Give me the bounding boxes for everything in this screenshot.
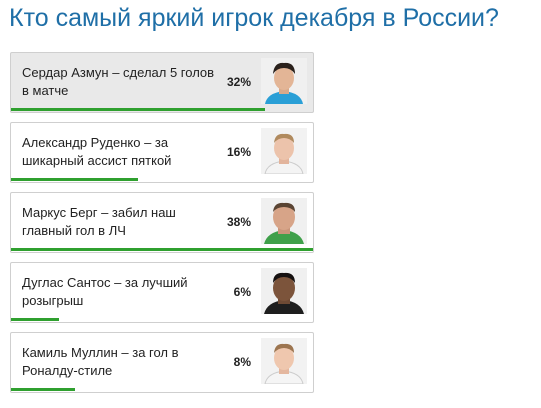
option-percent: 32%: [226, 75, 251, 89]
option-label: Сердар Азмун – сделал 5 голов в матче: [22, 65, 215, 98]
player-photo-icon: [261, 128, 307, 174]
option-label: Дуглас Сантос – за лучший розыгрыш: [22, 275, 188, 308]
option-percent: 16%: [226, 145, 251, 159]
poll-options: Сердар Азмун – сделал 5 голов в матче 32…: [10, 52, 314, 402]
result-bar: [11, 178, 139, 181]
poll-option-santos[interactable]: Дуглас Сантос – за лучший розыгрыш 6%: [10, 262, 314, 323]
poll-option-berg[interactable]: Маркус Берг – забил наш главный гол в ЛЧ…: [10, 192, 314, 253]
poll-title: Кто самый яркий игрок декабря в России?: [9, 4, 499, 32]
result-bar: [11, 248, 313, 251]
option-percent: 6%: [233, 285, 251, 299]
result-bar: [11, 388, 75, 391]
option-label: Камиль Муллин – за гол в Роналду-стиле: [22, 345, 179, 378]
option-percent: 38%: [226, 215, 251, 229]
option-label: Маркус Берг – забил наш главный гол в ЛЧ: [22, 205, 176, 238]
option-label: Александр Руденко – за шикарный ассист п…: [22, 135, 172, 168]
poll-option-azmun[interactable]: Сердар Азмун – сделал 5 голов в матче 32…: [10, 52, 314, 113]
player-photo-icon: [261, 268, 307, 314]
player-photo-icon: [261, 58, 307, 104]
result-bar: [11, 318, 59, 321]
player-photo-icon: [261, 198, 307, 244]
option-percent: 8%: [233, 355, 251, 369]
result-bar: [11, 108, 266, 111]
player-photo-icon: [261, 338, 307, 384]
poll-option-mullin[interactable]: Камиль Муллин – за гол в Роналду-стиле 8…: [10, 332, 314, 393]
poll-option-rudenko[interactable]: Александр Руденко – за шикарный ассист п…: [10, 122, 314, 183]
